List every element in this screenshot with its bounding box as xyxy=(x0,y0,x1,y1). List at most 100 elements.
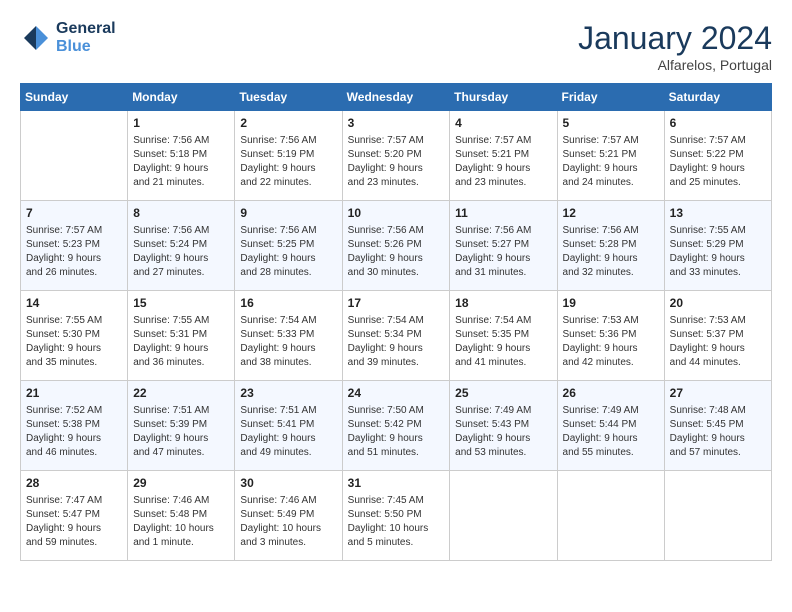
day-number: 23 xyxy=(240,385,336,402)
day-number: 21 xyxy=(26,385,122,402)
day-number: 22 xyxy=(133,385,229,402)
calendar-cell: 15Sunrise: 7:55 AM Sunset: 5:31 PM Dayli… xyxy=(128,291,235,381)
calendar-cell: 13 Sunrise: 7:55 AM Sunset: 5:29 PM Dayli… xyxy=(664,201,771,291)
calendar-cell: 18 Sunrise: 7:54 AM Sunset: 5:35 PM Dayli… xyxy=(450,291,557,381)
day-info: Sunrise: 7:56 AM Sunset: 5:18 PM Dayligh… xyxy=(133,134,229,190)
day-info: Sunrise: 7:56 AM Sunset: 5:26 PM Dayligh… xyxy=(348,224,445,280)
day-info: Sunrise: 7:54 AM Sunset: 5:35 PM Dayligh… xyxy=(455,314,551,370)
day-number: 3 xyxy=(348,115,445,132)
weekday-header-wednesday: Wednesday xyxy=(342,84,450,111)
day-info: Sunrise: 7:57 AM Sunset: 5:21 PM Dayligh… xyxy=(563,134,659,190)
day-number: 11 xyxy=(455,205,551,222)
logo-icon xyxy=(20,22,52,54)
day-info: Sunrise: 7:54 AM Sunset: 5:34 PM Dayligh… xyxy=(348,314,445,370)
day-number: 9 xyxy=(240,205,336,222)
day-number: 24 xyxy=(348,385,445,402)
weekday-header-row: SundayMondayTuesdayWednesdayThursdayFrid… xyxy=(21,84,772,111)
day-info: Sunrise: 7:57 AM Sunset: 5:20 PM Dayligh… xyxy=(348,134,445,190)
day-number: 13 xyxy=(670,205,766,222)
calendar-cell xyxy=(557,471,664,561)
day-info: Sunrise: 7:56 AM Sunset: 5:24 PM Dayligh… xyxy=(133,224,229,280)
day-info: Sunrise: 7:56 AM Sunset: 5:27 PM Dayligh… xyxy=(455,224,551,280)
day-number: 29 xyxy=(133,475,229,492)
calendar-cell: 3 Sunrise: 7:57 AM Sunset: 5:20 PM Daylig… xyxy=(342,111,450,201)
calendar-cell: 12Sunrise: 7:56 AM Sunset: 5:28 PM Dayli… xyxy=(557,201,664,291)
weekday-header-thursday: Thursday xyxy=(450,84,557,111)
day-number: 30 xyxy=(240,475,336,492)
calendar-cell: 25 Sunrise: 7:49 AM Sunset: 5:43 PM Dayli… xyxy=(450,381,557,471)
day-info: Sunrise: 7:48 AM Sunset: 5:45 PM Dayligh… xyxy=(670,404,766,460)
logo-text-blue: Blue xyxy=(56,38,116,56)
day-info: Sunrise: 7:53 AM Sunset: 5:36 PM Dayligh… xyxy=(563,314,659,370)
day-info: Sunrise: 7:49 AM Sunset: 5:44 PM Dayligh… xyxy=(563,404,659,460)
day-number: 18 xyxy=(455,295,551,312)
title-block: January 2024 Alfarelos, Portugal xyxy=(578,20,772,73)
calendar-cell: 17 Sunrise: 7:54 AM Sunset: 5:34 PM Dayli… xyxy=(342,291,450,381)
day-number: 25 xyxy=(455,385,551,402)
day-number: 12 xyxy=(563,205,659,222)
calendar-cell: 26Sunrise: 7:49 AM Sunset: 5:44 PM Dayli… xyxy=(557,381,664,471)
day-number: 28 xyxy=(26,475,122,492)
day-info: Sunrise: 7:45 AM Sunset: 5:50 PM Dayligh… xyxy=(348,494,445,550)
location-subtitle: Alfarelos, Portugal xyxy=(578,57,772,73)
day-number: 17 xyxy=(348,295,445,312)
calendar-cell: 29 Sunrise: 7:46 AM Sunset: 5:48 PM Dayli… xyxy=(128,471,235,561)
day-info: Sunrise: 7:49 AM Sunset: 5:43 PM Dayligh… xyxy=(455,404,551,460)
calendar-cell xyxy=(664,471,771,561)
calendar-cell: 30Sunrise: 7:46 AM Sunset: 5:49 PM Dayli… xyxy=(235,471,342,561)
calendar-cell: 21 Sunrise: 7:52 AM Sunset: 5:38 PM Dayli… xyxy=(21,381,128,471)
calendar-cell: 6Sunrise: 7:57 AM Sunset: 5:22 PM Daylig… xyxy=(664,111,771,201)
logo-text-general: General xyxy=(56,20,116,38)
calendar-cell: 11 Sunrise: 7:56 AM Sunset: 5:27 PM Dayli… xyxy=(450,201,557,291)
calendar-cell: 19 Sunrise: 7:53 AM Sunset: 5:36 PM Dayli… xyxy=(557,291,664,381)
calendar-cell: 4 Sunrise: 7:57 AM Sunset: 5:21 PM Daylig… xyxy=(450,111,557,201)
day-info: Sunrise: 7:47 AM Sunset: 5:47 PM Dayligh… xyxy=(26,494,122,550)
calendar-cell: 28 Sunrise: 7:47 AM Sunset: 5:47 PM Dayli… xyxy=(21,471,128,561)
day-info: Sunrise: 7:51 AM Sunset: 5:41 PM Dayligh… xyxy=(240,404,336,460)
page-header: General Blue January 2024 Alfarelos, Por… xyxy=(20,20,772,73)
week-row-1: 1 Sunrise: 7:56 AM Sunset: 5:18 PM Daylig… xyxy=(21,111,772,201)
calendar-cell: 8 Sunrise: 7:56 AM Sunset: 5:24 PM Daylig… xyxy=(128,201,235,291)
day-number: 6 xyxy=(670,115,766,132)
day-number: 16 xyxy=(240,295,336,312)
day-info: Sunrise: 7:55 AM Sunset: 5:29 PM Dayligh… xyxy=(670,224,766,280)
calendar-cell: 5 Sunrise: 7:57 AM Sunset: 5:21 PM Daylig… xyxy=(557,111,664,201)
day-number: 4 xyxy=(455,115,551,132)
calendar-cell: 31 Sunrise: 7:45 AM Sunset: 5:50 PM Dayli… xyxy=(342,471,450,561)
day-info: Sunrise: 7:56 AM Sunset: 5:25 PM Dayligh… xyxy=(240,224,336,280)
day-number: 2 xyxy=(240,115,336,132)
weekday-header-monday: Monday xyxy=(128,84,235,111)
calendar-cell: 23 Sunrise: 7:51 AM Sunset: 5:41 PM Dayli… xyxy=(235,381,342,471)
week-row-3: 14 Sunrise: 7:55 AM Sunset: 5:30 PM Dayli… xyxy=(21,291,772,381)
day-info: Sunrise: 7:54 AM Sunset: 5:33 PM Dayligh… xyxy=(240,314,336,370)
day-number: 14 xyxy=(26,295,122,312)
day-number: 31 xyxy=(348,475,445,492)
weekday-header-saturday: Saturday xyxy=(664,84,771,111)
day-info: Sunrise: 7:55 AM Sunset: 5:30 PM Dayligh… xyxy=(26,314,122,370)
weekday-header-friday: Friday xyxy=(557,84,664,111)
week-row-5: 28 Sunrise: 7:47 AM Sunset: 5:47 PM Dayli… xyxy=(21,471,772,561)
day-number: 19 xyxy=(563,295,659,312)
day-info: Sunrise: 7:51 AM Sunset: 5:39 PM Dayligh… xyxy=(133,404,229,460)
day-number: 1 xyxy=(133,115,229,132)
week-row-2: 7Sunrise: 7:57 AM Sunset: 5:23 PM Daylig… xyxy=(21,201,772,291)
calendar-cell: 22 Sunrise: 7:51 AM Sunset: 5:39 PM Dayli… xyxy=(128,381,235,471)
month-title: January 2024 xyxy=(578,20,772,57)
calendar-cell: 24Sunrise: 7:50 AM Sunset: 5:42 PM Dayli… xyxy=(342,381,450,471)
day-number: 10 xyxy=(348,205,445,222)
calendar-cell: 7Sunrise: 7:57 AM Sunset: 5:23 PM Daylig… xyxy=(21,201,128,291)
calendar-cell: 2Sunrise: 7:56 AM Sunset: 5:19 PM Daylig… xyxy=(235,111,342,201)
day-number: 5 xyxy=(563,115,659,132)
day-info: Sunrise: 7:57 AM Sunset: 5:21 PM Dayligh… xyxy=(455,134,551,190)
week-row-4: 21 Sunrise: 7:52 AM Sunset: 5:38 PM Dayli… xyxy=(21,381,772,471)
calendar-table: SundayMondayTuesdayWednesdayThursdayFrid… xyxy=(20,83,772,561)
weekday-header-sunday: Sunday xyxy=(21,84,128,111)
day-info: Sunrise: 7:46 AM Sunset: 5:48 PM Dayligh… xyxy=(133,494,229,550)
calendar-cell: 20Sunrise: 7:53 AM Sunset: 5:37 PM Dayli… xyxy=(664,291,771,381)
calendar-cell xyxy=(21,111,128,201)
day-info: Sunrise: 7:52 AM Sunset: 5:38 PM Dayligh… xyxy=(26,404,122,460)
day-info: Sunrise: 7:53 AM Sunset: 5:37 PM Dayligh… xyxy=(670,314,766,370)
day-number: 27 xyxy=(670,385,766,402)
calendar-cell: 9 Sunrise: 7:56 AM Sunset: 5:25 PM Daylig… xyxy=(235,201,342,291)
day-number: 8 xyxy=(133,205,229,222)
